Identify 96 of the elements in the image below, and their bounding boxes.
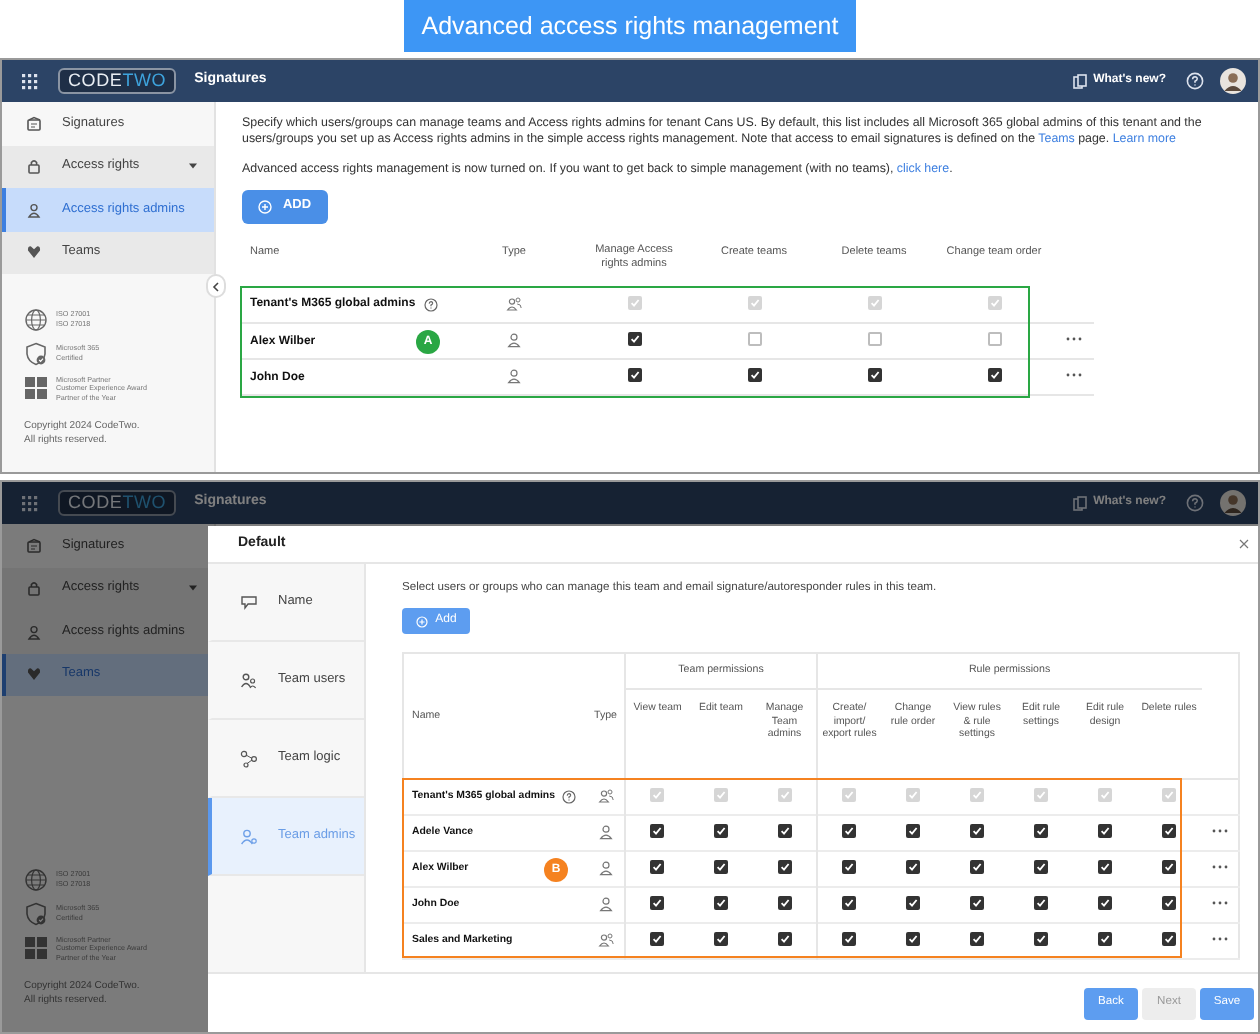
plus-circle-icon — [415, 615, 428, 627]
people-icon — [240, 671, 258, 689]
help-icon — [562, 790, 577, 804]
person-icon — [506, 368, 522, 385]
chevron-left-icon — [212, 281, 220, 291]
person-icon — [506, 332, 522, 349]
checkbox[interactable] — [970, 824, 984, 839]
checkbox[interactable] — [1034, 860, 1048, 875]
checkbox[interactable] — [842, 896, 857, 911]
plus-circle-icon — [258, 199, 273, 213]
checkbox[interactable] — [1098, 860, 1112, 875]
close-icon[interactable] — [1238, 538, 1250, 550]
checkbox[interactable] — [906, 824, 920, 839]
checkbox[interactable] — [777, 824, 792, 839]
checkbox[interactable] — [714, 932, 728, 947]
signature-icon — [26, 115, 42, 132]
person-icon — [597, 896, 614, 913]
checkbox[interactable] — [650, 860, 665, 875]
banner-title: Advanced access rights management — [403, 0, 857, 52]
checkbox[interactable] — [650, 932, 665, 947]
signature-icon — [26, 537, 42, 554]
globe-icon — [24, 867, 48, 892]
checkbox[interactable] — [987, 368, 1001, 383]
checkbox[interactable] — [1034, 932, 1048, 947]
document-icon — [1071, 73, 1088, 89]
help-icon[interactable] — [1186, 72, 1204, 90]
heart-icon — [26, 244, 42, 261]
checkbox[interactable] — [842, 932, 857, 947]
person-icon — [26, 201, 42, 218]
checkbox[interactable] — [842, 860, 857, 875]
checkbox[interactable] — [970, 860, 984, 875]
caret-icon — [188, 162, 198, 171]
checkbox[interactable] — [627, 368, 641, 383]
checkbox[interactable] — [867, 332, 881, 347]
shield-icon — [24, 901, 48, 926]
logo: CODETWO — [58, 68, 177, 94]
checkbox[interactable] — [777, 860, 792, 875]
squares-icon — [24, 376, 48, 401]
app-launcher-icon[interactable] — [22, 495, 38, 511]
person-icon — [26, 623, 42, 640]
app-launcher-icon[interactable] — [22, 73, 38, 89]
tag-icon — [240, 593, 258, 611]
checkbox[interactable] — [747, 332, 761, 347]
checkbox[interactable] — [970, 932, 984, 947]
collapse-button[interactable] — [206, 274, 226, 298]
checkbox[interactable] — [1034, 824, 1048, 839]
checkbox[interactable] — [777, 932, 792, 947]
people-icon — [506, 295, 522, 312]
person-icon — [597, 860, 614, 877]
globe-icon — [24, 307, 48, 332]
avatar-icon[interactable] — [1220, 68, 1246, 94]
person-icon — [597, 824, 614, 841]
checkbox[interactable] — [1162, 824, 1177, 839]
people-icon — [597, 788, 614, 805]
checkbox[interactable] — [842, 824, 857, 839]
checkbox[interactable] — [1162, 932, 1177, 947]
checkbox[interactable] — [1098, 896, 1112, 911]
checkbox[interactable] — [1098, 932, 1112, 947]
squares-icon — [24, 936, 48, 961]
more-icon[interactable] — [1066, 336, 1082, 343]
diagram-icon — [240, 749, 258, 767]
document-icon — [1071, 495, 1088, 511]
logo: CODETWO — [58, 490, 177, 516]
lock-icon — [26, 158, 42, 175]
checkbox[interactable] — [714, 896, 728, 911]
checkbox[interactable] — [714, 824, 728, 839]
checkbox[interactable] — [906, 932, 920, 947]
checkbox[interactable] — [1162, 860, 1177, 875]
help-icon[interactable] — [1186, 494, 1204, 512]
people-icon — [597, 932, 614, 949]
help-icon — [423, 297, 438, 312]
caret-icon — [188, 584, 198, 593]
checkbox[interactable] — [987, 332, 1001, 347]
shield-icon — [24, 341, 48, 366]
checkbox[interactable] — [714, 860, 728, 875]
person-icon — [240, 827, 258, 845]
more-icon[interactable] — [1211, 899, 1228, 906]
heart-icon — [26, 666, 42, 683]
checkbox[interactable] — [1034, 896, 1048, 911]
checkbox[interactable] — [627, 332, 641, 347]
checkbox[interactable] — [777, 896, 792, 911]
lock-icon — [26, 580, 42, 597]
checkbox[interactable] — [867, 368, 881, 383]
more-icon[interactable] — [1211, 827, 1228, 834]
checkbox[interactable] — [970, 896, 984, 911]
checkbox[interactable] — [906, 860, 920, 875]
checkbox[interactable] — [1098, 824, 1112, 839]
more-icon[interactable] — [1211, 863, 1228, 870]
avatar-icon[interactable] — [1220, 490, 1246, 516]
checkbox[interactable] — [650, 896, 665, 911]
more-icon[interactable] — [1066, 372, 1082, 379]
checkbox[interactable] — [747, 368, 761, 383]
checkbox[interactable] — [650, 824, 665, 839]
checkbox[interactable] — [1162, 896, 1177, 911]
more-icon[interactable] — [1211, 935, 1228, 942]
checkbox[interactable] — [906, 896, 920, 911]
